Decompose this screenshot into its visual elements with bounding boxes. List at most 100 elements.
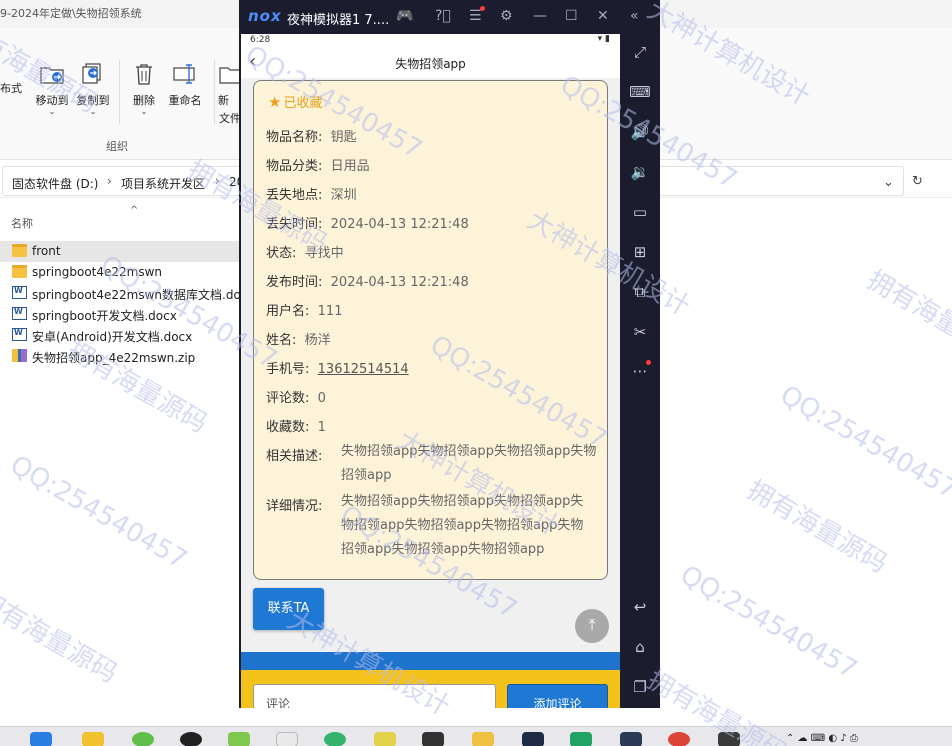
field-value: 钥匙 xyxy=(330,130,357,145)
field-value: 2024-04-13 12:21:48 xyxy=(330,275,469,290)
contact-button[interactable]: 联系TA xyxy=(253,588,324,630)
app-icon[interactable] xyxy=(180,732,202,746)
app-icon[interactable] xyxy=(718,732,740,746)
file-name: springboot4e22mswn xyxy=(32,265,163,279)
maximize-icon[interactable]: ☐ xyxy=(565,8,578,24)
move-to-button[interactable]: 移动到 ⌄ xyxy=(29,62,75,116)
refresh-icon[interactable]: ↻ xyxy=(912,174,923,189)
copy-folder-icon xyxy=(82,63,101,84)
help-icon[interactable]: ?⃝ xyxy=(435,8,451,24)
field-row: 手机号: 13612514514 xyxy=(266,358,409,377)
browser-icon[interactable] xyxy=(668,732,690,746)
screen-icon[interactable]: ▭ xyxy=(629,201,651,223)
signal-battery-icon: ▾ ▮ xyxy=(597,34,610,44)
field-label: 姓名: xyxy=(266,333,297,348)
menu-icon[interactable]: ☰ xyxy=(469,6,485,24)
copy-to-button[interactable]: 复制到 ⌄ xyxy=(70,62,116,116)
app-icon[interactable] xyxy=(30,732,52,746)
desktop: 9-2024年定做\失物招领系统 布式 移动到 ⌄ 复制到 ⌄ 删除 ⌄ 重命名… xyxy=(0,0,952,746)
ribbon-divider xyxy=(119,60,120,124)
minimize-icon[interactable]: — xyxy=(533,8,547,24)
field-value: 111 xyxy=(317,304,343,319)
volume-down-icon[interactable]: 🔉 xyxy=(629,161,651,183)
explorer-window-title: 9-2024年定做\失物招领系统 xyxy=(0,7,142,20)
page-title: 失物招领app xyxy=(395,57,466,71)
add-comment-button[interactable]: 添加评论 xyxy=(507,684,608,708)
field-label: 用户名: xyxy=(266,304,310,319)
taskbar: ⌃ ☁ ⌨ ◐ ♪ ⎙ xyxy=(0,726,952,746)
app-icon[interactable] xyxy=(522,732,544,746)
app-icon[interactable] xyxy=(132,732,154,746)
app-icon[interactable] xyxy=(276,732,298,746)
keyboard-icon[interactable]: ⌨ xyxy=(629,81,651,103)
field-value: 2024-04-13 12:21:48 xyxy=(330,217,469,232)
terminal-icon[interactable] xyxy=(422,732,444,746)
field-row: 发布时间: 2024-04-13 12:21:48 xyxy=(266,271,469,290)
word-doc-icon xyxy=(12,286,27,299)
field-row: 状态: 寻找中 xyxy=(266,242,344,261)
comment-input[interactable]: 评论 xyxy=(253,684,496,708)
phone-screen: 6:28 ▾ ▮ ‹ 失物招领app ★ 已收藏 物品名称: 钥匙 物品分类: 日… xyxy=(241,34,620,708)
chevron-down-icon: ⌄ xyxy=(48,107,56,116)
multi-instance-icon[interactable]: ⧉ xyxy=(629,281,651,303)
gamepad-icon[interactable]: 🎮 xyxy=(396,8,413,24)
field-value: 0 xyxy=(317,391,326,406)
file-name: 失物招领app_4e22mswn.zip xyxy=(32,351,196,365)
field-label: 相关描述: xyxy=(266,449,323,464)
android-back-icon[interactable]: ↩ xyxy=(629,596,651,618)
column-header-name[interactable]: 名称 ^ xyxy=(0,205,240,235)
emulator-toolbar: ⤢ ⌨ 🔊 🔉 ▭ ⊞ ⧉ ✂ ⋯ ↩ ⌂ ❐ xyxy=(620,34,660,708)
ribbon-group-label: 组织 xyxy=(106,140,128,153)
tray-icons[interactable]: ⌃ ☁ ⌨ ◐ ♪ ⎙ xyxy=(786,733,858,744)
chevron-down-icon[interactable]: ⌄ xyxy=(883,175,894,190)
copy-to-label: 复制到 xyxy=(76,94,110,107)
scroll-to-top-icon[interactable]: ⤒ xyxy=(575,609,609,643)
watermark-text: QQ:254540457 xyxy=(675,560,862,686)
favorite-toggle[interactable]: ★ 已收藏 xyxy=(268,92,322,111)
install-apk-icon[interactable]: ⊞ xyxy=(629,241,651,263)
field-label: 手机号: xyxy=(266,362,310,377)
file-row[interactable]: front xyxy=(0,241,240,262)
app-icon[interactable] xyxy=(620,732,642,746)
emulator-title: 夜神模拟器1 7.... xyxy=(287,13,390,28)
close-icon[interactable]: ✕ xyxy=(597,8,609,24)
watermark-text: 拥有海量源码 xyxy=(742,475,893,580)
more-icon[interactable]: ⋯ xyxy=(629,360,651,382)
android-home-icon[interactable]: ⌂ xyxy=(629,636,651,658)
file-row[interactable]: springboot开发文档.docx xyxy=(0,304,240,325)
file-row[interactable]: 安卓(Android)开发文档.docx xyxy=(0,325,240,346)
scissors-icon[interactable]: ✂ xyxy=(629,321,651,343)
field-label: 发布时间: xyxy=(266,275,323,290)
delete-label: 删除 xyxy=(133,94,155,107)
divider-band xyxy=(241,652,620,670)
emulator-title-bar[interactable]: nox 夜神模拟器1 7.... 🎮 ?⃝ ☰ ⚙ — ☐ ✕ « xyxy=(239,0,660,34)
delete-button[interactable]: 删除 ⌄ xyxy=(121,62,167,116)
collapse-sidebar-icon[interactable]: « xyxy=(630,8,639,24)
app-icon[interactable] xyxy=(374,732,396,746)
sort-up-icon: ^ xyxy=(130,205,139,216)
app-icon[interactable] xyxy=(324,732,346,746)
star-icon: ★ xyxy=(268,93,282,111)
breadcrumb-folder[interactable]: 项目系统开发区 xyxy=(121,175,205,192)
chevron-down-icon: ⌄ xyxy=(140,107,148,116)
fullscreen-icon[interactable]: ⤢ xyxy=(629,41,651,63)
app-icon[interactable] xyxy=(82,732,104,746)
field-row: 丢失地点: 深圳 xyxy=(266,184,357,203)
breadcrumb-drive[interactable]: 固态软件盘 (D:) xyxy=(12,175,98,192)
file-row[interactable]: 失物招领app_4e22mswn.zip xyxy=(0,346,240,367)
app-icon[interactable] xyxy=(228,732,250,746)
volume-up-icon[interactable]: 🔊 xyxy=(629,121,651,143)
android-recents-icon[interactable]: ❐ xyxy=(629,676,651,698)
phone-number-link[interactable]: 13612514514 xyxy=(318,362,409,377)
file-row[interactable]: springboot4e22mswn数据库文档.doc xyxy=(0,283,247,304)
field-row: 姓名: 杨洋 xyxy=(266,329,331,348)
file-name: front xyxy=(32,244,61,258)
trash-icon xyxy=(136,64,152,85)
app-icon[interactable] xyxy=(570,732,592,746)
rename-button[interactable]: 重命名 xyxy=(162,62,208,108)
file-row[interactable]: springboot4e22mswn xyxy=(0,262,240,283)
folder-icon[interactable] xyxy=(472,732,494,746)
field-row: 物品分类: 日用品 xyxy=(266,155,370,174)
favorite-label: 已收藏 xyxy=(283,96,323,111)
gear-icon[interactable]: ⚙ xyxy=(500,8,513,24)
